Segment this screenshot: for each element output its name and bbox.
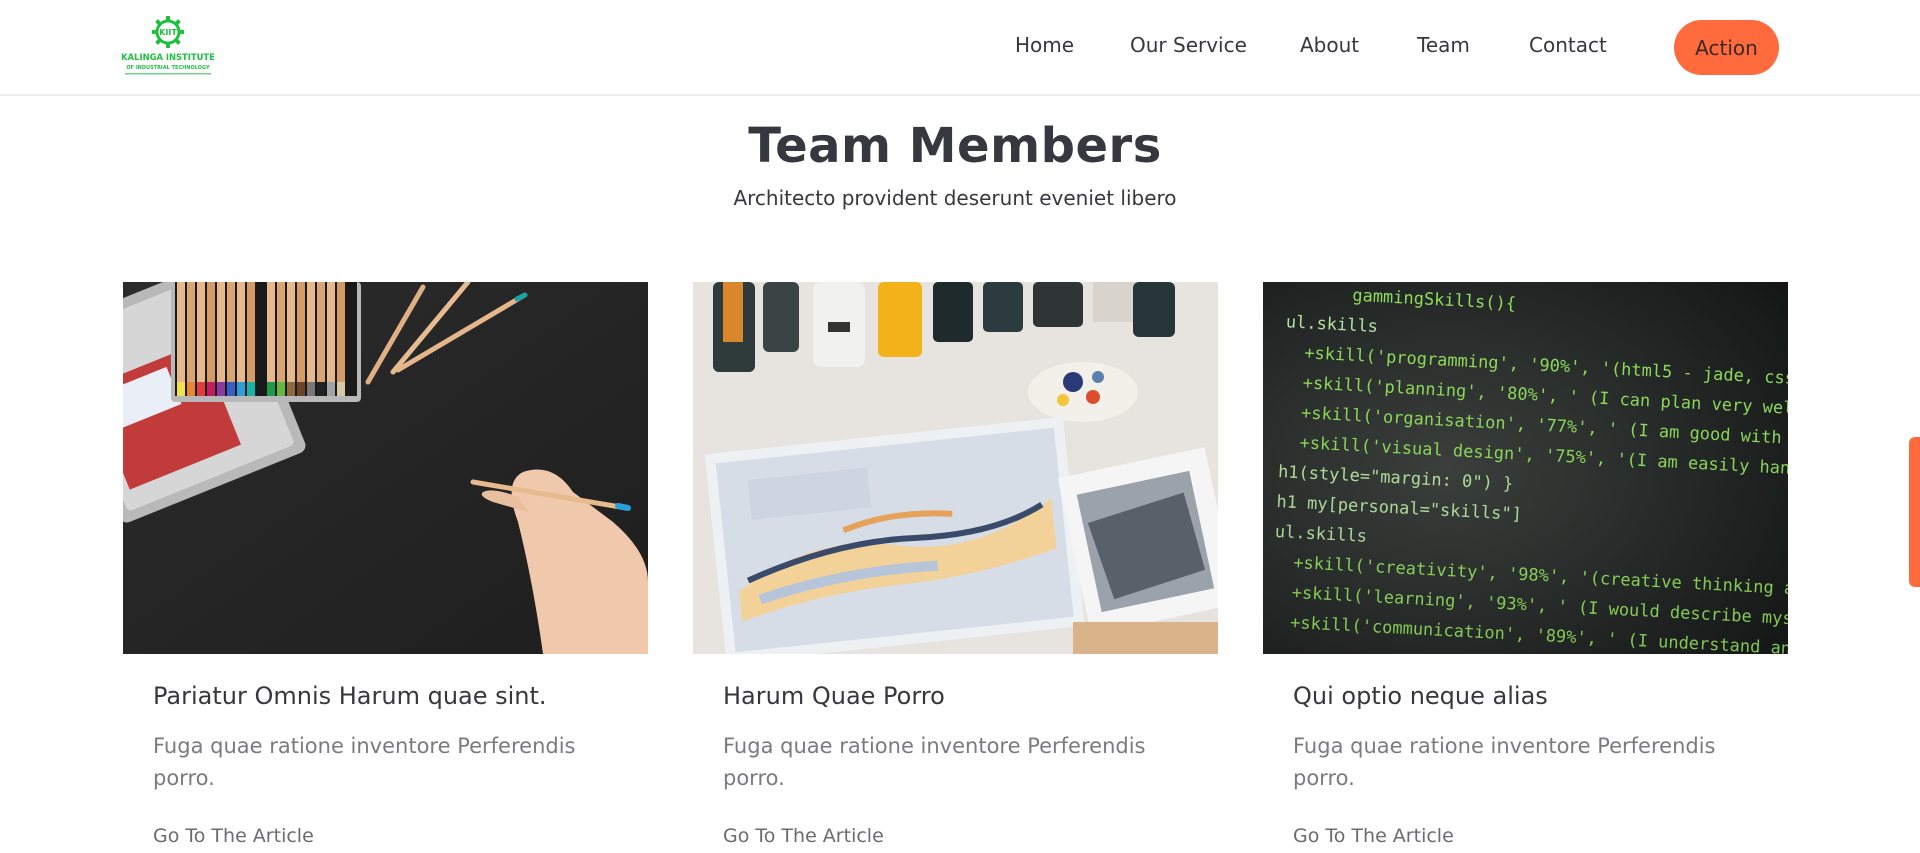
nav-team[interactable]: Team <box>1417 33 1470 57</box>
nav-contact[interactable]: Contact <box>1529 33 1607 57</box>
kiit-logo[interactable]: KIIT KALINGA INSTITUTE OF INDUSTRIAL TEC… <box>121 14 217 78</box>
card-text: Fuga quae ratione inventore Perferendis … <box>153 734 576 790</box>
nav-home[interactable]: Home <box>1015 33 1074 57</box>
team-card: gammingSkills(){ul.skills +skill('program… <box>1263 282 1788 853</box>
code-screen-image: gammingSkills(){ul.skills +skill('program… <box>1263 282 1788 654</box>
logo-mark: KIIT <box>159 28 177 37</box>
card-text: Fuga quae ratione inventore Perferendis … <box>1293 734 1716 790</box>
team-card: Pariatur Omnis Harum quae sint. Fuga qua… <box>123 282 648 853</box>
nav-our-service[interactable]: Our Service <box>1130 33 1247 57</box>
card-title: Pariatur Omnis Harum quae sint. <box>153 682 547 710</box>
logo-line-1: KALINGA INSTITUTE <box>121 52 215 62</box>
scrollbar-thumb[interactable] <box>1909 437 1920 587</box>
go-to-article-link[interactable]: Go To The Article <box>723 825 884 847</box>
card-title: Harum Quae Porro <box>723 682 945 710</box>
go-to-article-link[interactable]: Go To The Article <box>153 825 314 847</box>
go-to-article-link[interactable]: Go To The Article <box>1293 825 1454 847</box>
pencils-drawing-image <box>123 282 648 654</box>
card-title: Qui optio neque alias <box>1293 682 1548 710</box>
team-card: Harum Quae Porro Fuga quae ratione inven… <box>693 282 1218 853</box>
section-subtitle: Architecto provident deserunt eveniet li… <box>733 186 1177 210</box>
site-header: KIIT KALINGA INSTITUTE OF INDUSTRIAL TEC… <box>0 0 1920 96</box>
card-text: Fuga quae ratione inventore Perferendis … <box>723 734 1146 790</box>
acrylic-painting-image <box>693 282 1218 654</box>
logo-line-2: OF INDUSTRIAL TECHNOLOGY <box>126 65 210 71</box>
action-button[interactable]: Action <box>1674 20 1779 75</box>
section-title: Team Members <box>748 118 1162 174</box>
nav-about[interactable]: About <box>1300 33 1359 57</box>
main-nav: Home Our Service About Team Contact <box>1000 0 1920 94</box>
